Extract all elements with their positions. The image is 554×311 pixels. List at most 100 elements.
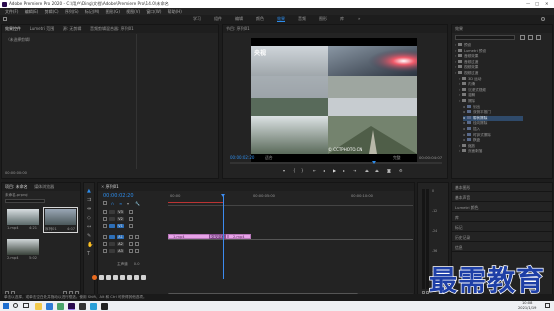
track-output-eye-icon[interactable] — [129, 217, 133, 221]
track-target-button[interactable] — [109, 248, 115, 253]
notification-icon[interactable] — [545, 303, 550, 308]
transition-icon[interactable]: ▫ — [463, 133, 465, 137]
search-taskbar-icon[interactable] — [13, 303, 18, 308]
track-name[interactable]: A2 — [117, 241, 124, 246]
effects-tree-item[interactable]: ▫ 时钟式擦除 — [463, 132, 491, 138]
add-marker-timeline-icon[interactable]: ▾ — [127, 201, 129, 206]
snap-icon[interactable]: ∩ — [111, 201, 114, 206]
side-stack-item[interactable]: 信息 — [452, 243, 552, 252]
transition-icon[interactable]: ▫ — [463, 121, 465, 125]
ribbon-icon-2[interactable] — [99, 275, 104, 280]
menu-sequence[interactable]: 序列(S) — [65, 9, 79, 14]
effects-tree-item[interactable]: › 视频效果 — [455, 65, 478, 70]
transition-icon[interactable]: ▫ — [463, 110, 465, 114]
tab-audio-clip-mixer[interactable]: 音频剪辑混合器: 序列01 — [90, 26, 134, 31]
timeline-timecode[interactable]: 00:00:02:20 — [103, 193, 134, 199]
transition-icon[interactable]: ▫ — [463, 105, 465, 109]
slip-tool-icon[interactable]: ↔ — [87, 224, 91, 230]
effects-search-input[interactable] — [455, 35, 515, 40]
effects-tree-item[interactable]: ▫ 棋盘 — [463, 138, 480, 143]
extract-icon[interactable]: ⏏ — [375, 168, 379, 173]
workspace-tab-effects[interactable]: 效果 — [277, 15, 285, 22]
chevron-right-icon[interactable]: › — [459, 99, 460, 103]
effects-tree-item[interactable]: › Lumetri 预设 — [455, 48, 486, 54]
track-output-eye-icon[interactable] — [129, 210, 133, 214]
workspace-tab-learn[interactable]: 学习 — [193, 15, 201, 23]
close-button[interactable]: ✕ — [545, 0, 549, 8]
step-forward-icon[interactable]: ▸ — [343, 168, 345, 173]
zoom-fit-select[interactable]: 适合 — [265, 155, 273, 161]
nest-icon[interactable] — [103, 201, 107, 205]
playhead-head-icon[interactable] — [221, 194, 225, 197]
ripple-edit-tool-icon[interactable]: ⇹ — [87, 206, 91, 212]
effects-tree-item[interactable]: › 预设 — [455, 43, 471, 48]
taskbar-premiere-icon[interactable] — [68, 302, 75, 310]
project-clip-1[interactable]: 1.mp4 4:21 — [7, 209, 39, 231]
track-name[interactable]: A1 — [117, 234, 124, 239]
start-icon[interactable] — [3, 303, 9, 309]
track-target-button[interactable] — [109, 209, 115, 214]
track-lock-icon[interactable] — [103, 242, 107, 246]
taskbar-app-6-icon[interactable] — [90, 302, 97, 310]
chevron-right-icon[interactable]: › — [455, 60, 456, 64]
settings-icon[interactable]: ⚙ — [399, 168, 403, 173]
menu-clip[interactable]: 剪辑(C) — [45, 9, 59, 14]
workspace-tab-libraries[interactable]: 库 — [340, 15, 344, 23]
effects-tree-item[interactable]: › 溶解 — [459, 93, 475, 98]
track-target-button[interactable] — [109, 234, 115, 239]
chevron-right-icon[interactable]: › — [455, 71, 456, 75]
effects-tree-item[interactable]: › 擦除 — [459, 99, 475, 104]
program-playhead-icon[interactable] — [372, 160, 376, 164]
hand-tool-icon[interactable]: ✋ — [87, 242, 93, 248]
type-tool-icon[interactable]: T — [87, 251, 90, 257]
track-lock-icon[interactable] — [103, 217, 107, 221]
master-track-volume[interactable]: 0.0 — [134, 262, 140, 266]
menu-window[interactable]: 窗口(W) — [146, 9, 161, 14]
menu-graphics[interactable]: 图形(G) — [106, 9, 120, 14]
project-search-input[interactable] — [5, 199, 45, 203]
ribbon-icon-3[interactable] — [106, 275, 111, 280]
menu-help[interactable]: 帮助(H) — [168, 9, 182, 14]
tab-project[interactable]: 项目: 未命名 — [5, 184, 28, 189]
razor-tool-icon[interactable]: ◇ — [87, 215, 91, 221]
effects-tree-item[interactable]: ▫ 划出 — [463, 104, 480, 110]
track-mute-icon[interactable] — [129, 249, 133, 253]
track-name[interactable]: V2 — [117, 216, 124, 221]
side-stack-item[interactable]: 基本图形 — [452, 183, 552, 192]
tab-lumetri-scopes[interactable]: Lumetri 范围 — [30, 26, 55, 31]
ribbon-icon-6[interactable] — [127, 275, 132, 280]
transition-icon[interactable]: ▫ — [463, 116, 465, 120]
track-target-button[interactable] — [109, 216, 115, 221]
linked-selection-icon[interactable]: ∞ — [119, 201, 122, 206]
chevron-right-icon[interactable]: › — [455, 49, 456, 53]
taskbar-app-3-icon[interactable] — [57, 302, 64, 310]
ribbon-icon-8[interactable] — [141, 275, 146, 280]
ribbon-icon-5[interactable] — [120, 275, 125, 280]
chevron-right-icon[interactable]: › — [459, 149, 460, 153]
transition-icon[interactable]: ▫ — [463, 138, 465, 142]
tab-media-browser[interactable]: 媒体浏览器 — [34, 184, 54, 189]
32bit-effects-icon[interactable] — [528, 35, 533, 40]
ribbon-icon-4[interactable] — [113, 275, 118, 280]
chevron-right-icon[interactable]: › — [455, 65, 456, 69]
side-stack-item[interactable]: 库 — [452, 213, 552, 222]
timeline-settings-icon[interactable]: 🔧 — [135, 201, 140, 206]
taskbar-app-7-icon[interactable] — [101, 302, 108, 310]
mark-out-icon[interactable]: } — [301, 168, 304, 173]
chevron-right-icon[interactable]: › — [459, 88, 460, 92]
track-name[interactable]: A3 — [117, 248, 124, 253]
program-scrub-bar[interactable] — [230, 160, 442, 164]
search-help-icon[interactable] — [541, 17, 545, 21]
effects-tree-item[interactable]: ▫ 径向擦除 — [463, 121, 487, 126]
chevron-right-icon[interactable]: › — [459, 77, 460, 81]
side-stack-item[interactable]: Lumetri 颜色 — [452, 203, 552, 212]
workspace-tab-editing[interactable]: 编辑 — [235, 15, 243, 23]
track-lock-icon[interactable] — [103, 235, 107, 239]
tab-effect-controls[interactable]: 效果控件 — [5, 26, 21, 31]
sequence-tab[interactable]: 序列01 — [106, 184, 119, 189]
effects-tree-item[interactable]: › 3D 运动 — [459, 76, 481, 82]
workspace-tab-assembly[interactable]: 组件 — [214, 15, 222, 23]
ribbon-icon-7[interactable] — [134, 275, 139, 280]
step-back-icon[interactable]: ◂ — [323, 168, 325, 173]
track-lock-icon[interactable] — [103, 224, 107, 228]
